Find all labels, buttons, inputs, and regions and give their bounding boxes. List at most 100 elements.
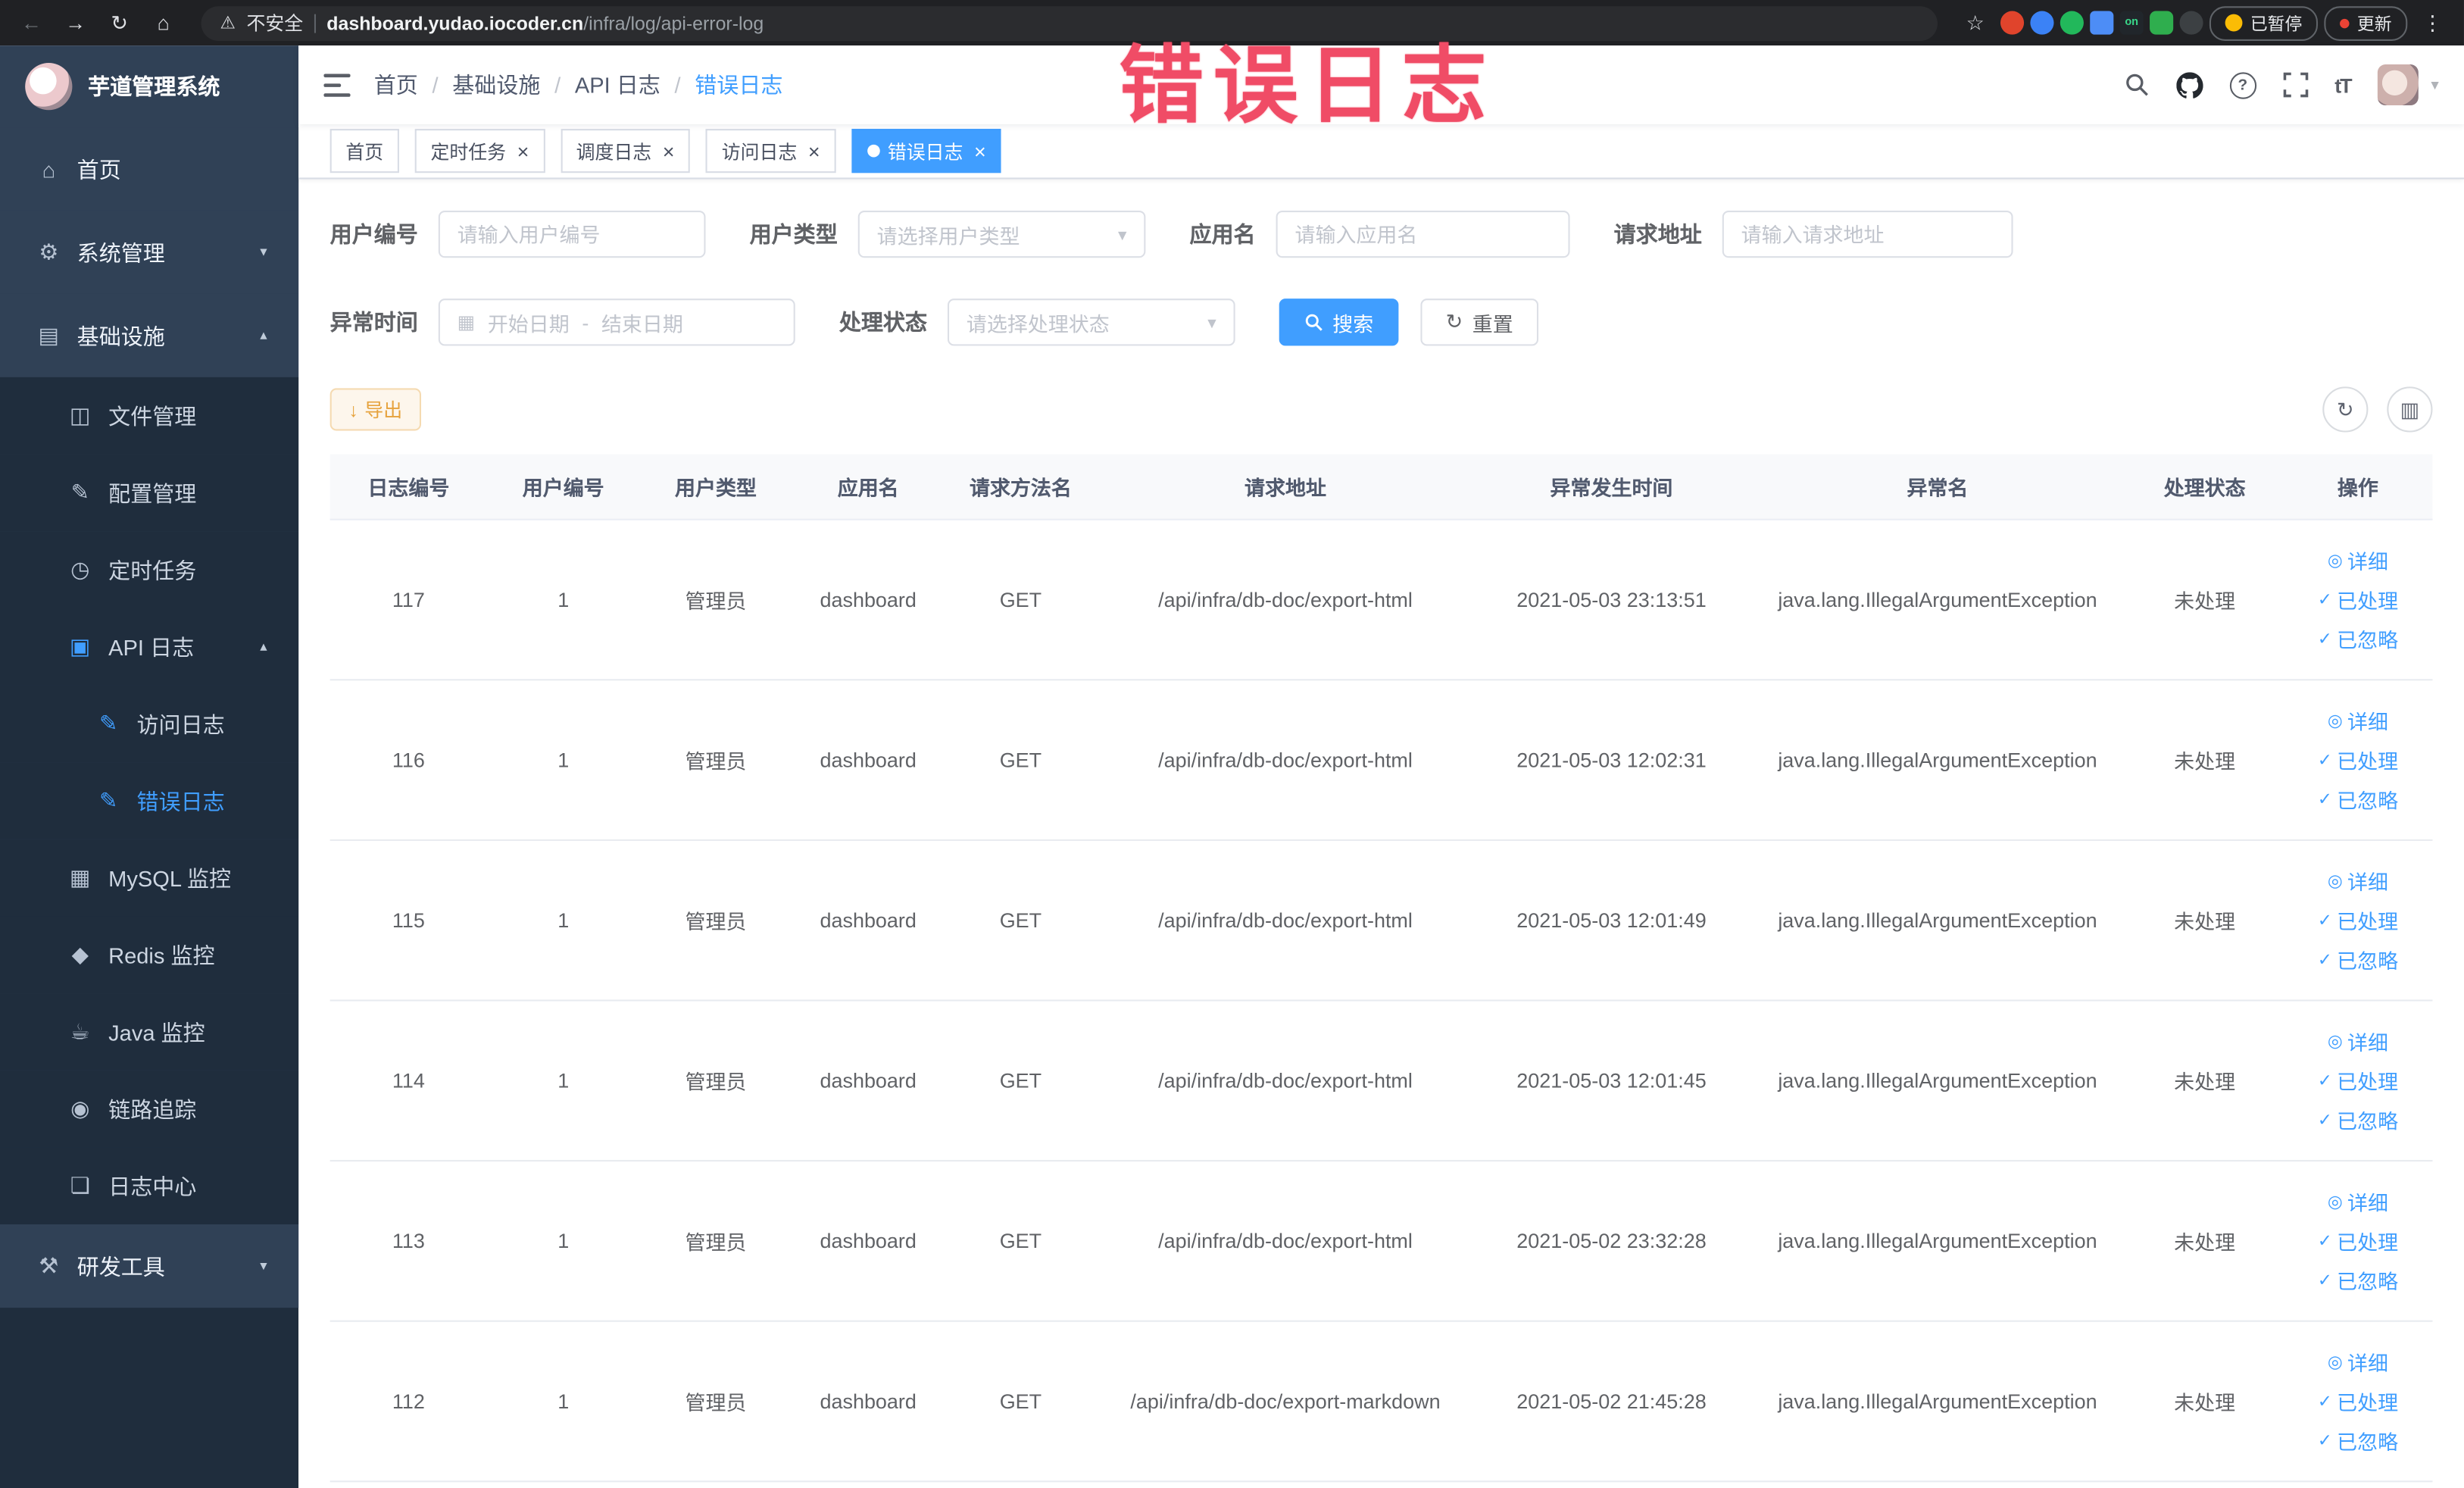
chevron-down-icon[interactable]: ▾	[2431, 77, 2438, 94]
sidebar-item-config-manage[interactable]: ✎ 配置管理	[0, 454, 299, 532]
mark-processed-link[interactable]: ✓ 已处理	[2318, 905, 2398, 935]
paused-badge[interactable]: 已暂停	[2209, 5, 2319, 40]
view-detail-link[interactable]: ◎ 详细	[2328, 1347, 2388, 1377]
trace-icon: ◉	[70, 1095, 90, 1121]
user-id-input[interactable]	[438, 210, 706, 258]
table-cell: java.lang.IllegalArgumentException	[1778, 587, 2097, 612]
action-label: 已忽略	[2337, 949, 2399, 974]
refresh-table-button[interactable]: ↻	[2322, 386, 2369, 433]
refresh-icon: ↻	[1445, 309, 1463, 333]
extension-icon-5[interactable]: on	[2119, 11, 2144, 35]
sidebar-item-redis-monitor[interactable]: ◆ Redis 监控	[0, 916, 299, 994]
help-icon[interactable]: ?	[2229, 71, 2256, 98]
sidebar-item-error-log[interactable]: ✎ 错误日志	[0, 762, 299, 839]
process-status-select[interactable]: 请选择处理状态 ▾	[947, 299, 1235, 346]
sidebar-item-label: 系统管理	[77, 239, 165, 265]
column-settings-button[interactable]: ▥	[2387, 386, 2433, 433]
reload-button[interactable]: ↻	[101, 4, 139, 42]
calendar-icon: ▦	[457, 311, 476, 333]
bookmark-star-icon[interactable]: ☆	[1957, 4, 1994, 42]
view-detail-link[interactable]: ◎ 详细	[2328, 1186, 2388, 1216]
sidebar-item-system-gear[interactable]: ⚙ 系统管理 ▾	[0, 210, 299, 294]
breadcrumb-item[interactable]: 基础设施	[452, 69, 540, 100]
breadcrumb-item[interactable]: 首页	[374, 69, 418, 100]
close-icon[interactable]: ×	[808, 141, 820, 161]
search-button-label: 搜索	[1332, 311, 1374, 336]
filter-label-exception-time: 异常时间	[329, 309, 418, 335]
action-label: 已忽略	[2337, 1430, 2399, 1455]
tab-首页[interactable]: 首页	[329, 129, 399, 173]
row-actions: ◎ 详细 ✓ 已处理 ✓ 已忽略	[2283, 545, 2432, 654]
user-avatar[interactable]	[2377, 64, 2419, 105]
view-detail-link[interactable]: ◎ 详细	[2328, 866, 2388, 896]
mark-ignored-link[interactable]: ✓ 已忽略	[2318, 1265, 2398, 1295]
extension-icon-6[interactable]	[2150, 11, 2174, 35]
sidebar-item-mysql-monitor[interactable]: ▦ MySQL 监控	[0, 839, 299, 917]
sidebar-item-file-manage[interactable]: ◫ 文件管理	[0, 377, 299, 455]
extension-icon-2[interactable]	[2030, 11, 2054, 35]
sidebar-item-api-log[interactable]: ▣ API 日志 ▴	[0, 608, 299, 686]
hamburger-icon[interactable]	[323, 73, 351, 96]
mark-processed-link[interactable]: ✓ 已处理	[2318, 585, 2398, 614]
user-type-select[interactable]: 请选择用户类型 ▾	[857, 210, 1146, 258]
scheduled-task-icon: ◷	[70, 556, 90, 582]
sidebar-item-trace[interactable]: ◉ 链路追踪	[0, 1070, 299, 1148]
mark-processed-link[interactable]: ✓ 已处理	[2318, 1066, 2398, 1096]
mark-processed-link[interactable]: ✓ 已处理	[2318, 745, 2398, 774]
extension-icon-4[interactable]	[2090, 11, 2114, 35]
sidebar-item-devtools[interactable]: ⚒ 研发工具 ▾	[0, 1224, 299, 1308]
filter-label-process-status: 处理状态	[839, 309, 928, 335]
column-header: 用户编号	[522, 476, 604, 500]
view-detail-link[interactable]: ◎ 详细	[2328, 705, 2388, 735]
mark-processed-link[interactable]: ✓ 已处理	[2318, 1226, 2398, 1255]
view-detail-link[interactable]: ◎ 详细	[2328, 1027, 2388, 1056]
close-icon[interactable]: ×	[517, 141, 529, 161]
table-cell: 管理员	[685, 589, 747, 614]
menu-kebab-icon[interactable]: ⋮	[2414, 4, 2452, 42]
sidebar-item-infrastructure[interactable]: ▤ 基础设施 ▴	[0, 293, 299, 377]
fullscreen-icon[interactable]	[2283, 72, 2308, 98]
view-detail-link[interactable]: ◎ 详细	[2328, 545, 2388, 575]
tab-错误日志[interactable]: 错误日志 ×	[851, 129, 1002, 173]
mark-ignored-link[interactable]: ✓ 已忽略	[2318, 784, 2398, 814]
search-icon[interactable]	[2124, 72, 2149, 97]
table-cell: 2021-05-03 23:13:51	[1516, 587, 1707, 612]
sidebar-item-java-monitor[interactable]: ☕ Java 监控	[0, 993, 299, 1071]
mark-ignored-link[interactable]: ✓ 已忽略	[2318, 945, 2398, 974]
sidebar-item-home[interactable]: ⌂ 首页	[0, 127, 299, 211]
update-button[interactable]: 更新	[2324, 5, 2408, 40]
search-button[interactable]: 搜索	[1279, 299, 1399, 346]
address-bar[interactable]: ⚠ 不安全 dashboard.yudao.iocoder.cn/infra/l…	[201, 5, 1938, 40]
mark-ignored-link[interactable]: ✓ 已忽略	[2318, 624, 2398, 654]
sidebar-item-scheduled-task[interactable]: ◷ 定时任务	[0, 531, 299, 608]
tab-调度日志[interactable]: 调度日志 ×	[560, 129, 691, 173]
table-cell: 117	[392, 587, 425, 612]
table-cell: GET	[999, 1389, 1042, 1414]
exception-time-range[interactable]: ▦ 开始日期 - 结束日期	[438, 299, 795, 346]
request-url-input[interactable]	[1722, 210, 2013, 258]
chevron-up-icon: ▴	[260, 638, 267, 655]
extension-icon-1[interactable]	[2000, 11, 2025, 35]
font-size-icon[interactable]: tT	[2334, 73, 2352, 96]
forward-button[interactable]: →	[57, 4, 95, 42]
tab-定时任务[interactable]: 定时任务 ×	[414, 129, 545, 173]
mark-processed-link[interactable]: ✓ 已处理	[2318, 1386, 2398, 1416]
back-button[interactable]: ←	[13, 4, 51, 42]
reset-button[interactable]: ↻ 重置	[1420, 299, 1538, 346]
extension-icon-7[interactable]	[2179, 11, 2203, 35]
sidebar-item-log-center[interactable]: ❏ 日志中心	[0, 1147, 299, 1225]
tab-访问日志[interactable]: 访问日志 ×	[705, 129, 836, 173]
extension-icon-3[interactable]	[2060, 11, 2084, 35]
column-header: 请求地址	[1244, 476, 1326, 500]
mark-ignored-link[interactable]: ✓ 已忽略	[2318, 1105, 2398, 1134]
export-button[interactable]: ↓ 导出	[329, 388, 422, 431]
app-name-input[interactable]	[1276, 210, 1570, 258]
github-icon[interactable]	[2175, 71, 2203, 98]
mark-ignored-link[interactable]: ✓ 已忽略	[2318, 1426, 2398, 1455]
filter-row-1: 用户编号 用户类型 请选择用户类型 ▾ 应用名	[330, 210, 2433, 258]
sidebar-item-access-log[interactable]: ✎ 访问日志	[0, 685, 299, 763]
home-button[interactable]: ⌂	[145, 4, 183, 42]
close-icon[interactable]: ×	[663, 141, 675, 161]
breadcrumb-item[interactable]: API 日志	[575, 69, 661, 100]
close-icon[interactable]: ×	[974, 141, 986, 161]
